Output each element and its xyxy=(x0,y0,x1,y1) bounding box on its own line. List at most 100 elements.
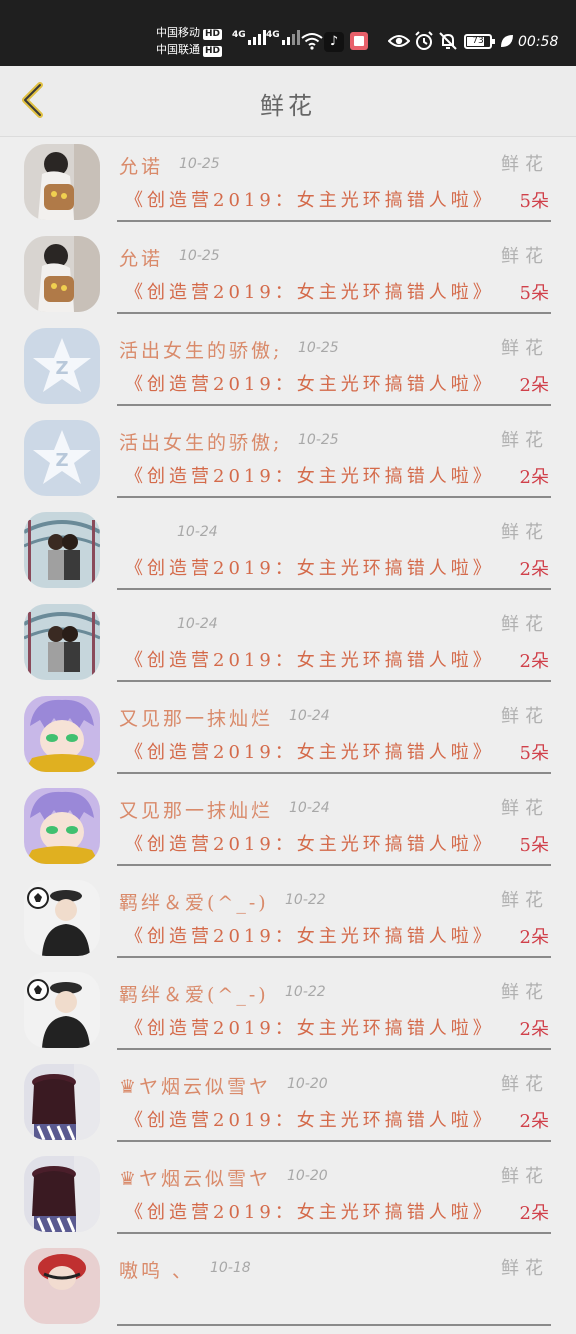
gift-date: 10-22 xyxy=(285,984,326,1000)
header-bar: 鲜花 xyxy=(0,66,576,137)
gift-quantity: 5朵 xyxy=(519,191,549,212)
gift-list: 允诺 10-25 鲜花 《创造营2019：女主光环搞错人啦》 5朵 允诺 10-25 鲜花 《创… xyxy=(0,138,576,1334)
gift-type-label: 鲜花 xyxy=(501,338,549,359)
svg-text:Z: Z xyxy=(55,450,68,471)
gift-type-label: 鲜花 xyxy=(501,798,549,819)
user-name: ♛ヤ烟云似雪ヤ xyxy=(119,1076,272,1098)
mute-bell-icon xyxy=(439,32,457,50)
page-title: 鲜花 xyxy=(260,92,316,120)
list-item-content: 又见那一抹灿烂 10-24 鲜花 《创造营2019：女主光环搞错人啦》 5朵 xyxy=(117,782,551,866)
avatar[interactable]: Z xyxy=(24,328,100,404)
avatar[interactable] xyxy=(24,880,100,956)
gift-quantity: 2朵 xyxy=(519,467,549,488)
work-title: 《创造营2019：女主光环搞错人啦》 xyxy=(125,926,495,947)
gift-date: 10-24 xyxy=(177,524,218,540)
list-item[interactable]: ♛ヤ烟云似雪ヤ 10-20 鲜花 《创造营2019：女主光环搞错人啦》 2朵 xyxy=(0,1058,576,1150)
gift-type-label: 鲜花 xyxy=(501,154,549,175)
list-item[interactable]: 羁绊＆爱(^_-) 10-22 鲜花 《创造营2019：女主光环搞错人啦》 2朵 xyxy=(0,874,576,966)
clock: 00:58 xyxy=(518,34,559,50)
tiktok-icon: ♪ xyxy=(324,32,344,52)
gift-quantity: 2朵 xyxy=(519,375,549,396)
list-item[interactable]: 嗷呜 、 10-18 鲜花 xyxy=(0,1242,576,1334)
gift-type-label: 鲜花 xyxy=(501,982,549,1003)
avatar[interactable] xyxy=(24,1248,100,1324)
avatar[interactable] xyxy=(24,1064,100,1140)
list-item[interactable]: Z 活出女生的骄傲; 10-25 鲜花 《创造营2019：女主光环搞错人啦》 2朵 xyxy=(0,322,576,414)
list-item-content: 羁绊＆爱(^_-) 10-22 鲜花 《创造营2019：女主光环搞错人啦》 2朵 xyxy=(117,874,551,958)
list-item-content: 嗷呜 、 10-18 鲜花 xyxy=(117,1242,551,1326)
list-item[interactable]: 羁绊＆爱(^_-) 10-22 鲜花 《创造营2019：女主光环搞错人啦》 2朵 xyxy=(0,966,576,1058)
work-title: 《创造营2019：女主光环搞错人啦》 xyxy=(125,558,495,579)
avatar[interactable] xyxy=(24,788,100,864)
list-item[interactable]: 允诺 10-25 鲜花 《创造营2019：女主光环搞错人啦》 5朵 xyxy=(0,138,576,230)
status-bar: 中国移动 HD 中国联通 HD 4G 4G ♪ 73 00:58 xyxy=(0,0,576,66)
work-title: 《创造营2019：女主光环搞错人啦》 xyxy=(125,466,495,487)
leaf-icon xyxy=(501,35,513,47)
gift-date: 10-25 xyxy=(179,248,220,264)
list-item-content: 允诺 10-25 鲜花 《创造营2019：女主光环搞错人啦》 5朵 xyxy=(117,230,551,314)
hd-badge: HD xyxy=(203,29,223,40)
avatar[interactable] xyxy=(24,972,100,1048)
gift-type-label: 鲜花 xyxy=(501,1074,549,1095)
gift-quantity: 5朵 xyxy=(519,283,549,304)
avatar[interactable] xyxy=(24,604,100,680)
gift-quantity: 2朵 xyxy=(519,559,549,580)
user-name: 允诺 xyxy=(119,248,164,270)
work-title: 《创造营2019：女主光环搞错人啦》 xyxy=(125,1018,495,1039)
list-item[interactable]: 允诺 10-25 鲜花 《创造营2019：女主光环搞错人啦》 5朵 xyxy=(0,230,576,322)
gift-type-label: 鲜花 xyxy=(501,1258,549,1279)
list-item-content: ♛ヤ烟云似雪ヤ 10-20 鲜花 《创造营2019：女主光环搞错人啦》 2朵 xyxy=(117,1058,551,1142)
avatar[interactable] xyxy=(24,144,100,220)
svg-text:Z: Z xyxy=(55,358,68,379)
avatar[interactable] xyxy=(24,512,100,588)
gift-date: 10-22 xyxy=(285,892,326,908)
work-title: 《创造营2019：女主光环搞错人啦》 xyxy=(125,1202,495,1223)
gift-quantity: 2朵 xyxy=(519,1019,549,1040)
gift-type-label: 鲜花 xyxy=(501,430,549,451)
work-title: 《创造营2019：女主光环搞错人啦》 xyxy=(125,742,495,763)
avatar[interactable] xyxy=(24,236,100,312)
work-title: 《创造营2019：女主光环搞错人啦》 xyxy=(125,190,495,211)
network-type: 4G xyxy=(266,30,280,40)
list-item[interactable]: Z 活出女生的骄傲; 10-25 鲜花 《创造营2019：女主光环搞错人啦》 2朵 xyxy=(0,414,576,506)
network-type: 4G xyxy=(232,30,246,40)
battery-icon: 73 xyxy=(464,34,495,49)
hd-badge: HD xyxy=(203,46,223,57)
list-item-content: 10-24 鲜花 《创造营2019：女主光环搞错人啦》 2朵 xyxy=(117,506,551,590)
list-item[interactable]: ♛ヤ烟云似雪ヤ 10-20 鲜花 《创造营2019：女主光环搞错人啦》 2朵 xyxy=(0,1150,576,1242)
gift-date: 10-18 xyxy=(210,1260,251,1276)
gift-type-label: 鲜花 xyxy=(501,706,549,727)
work-title: 《创造营2019：女主光环搞错人啦》 xyxy=(125,282,495,303)
list-item-content: ♛ヤ烟云似雪ヤ 10-20 鲜花 《创造营2019：女主光环搞错人啦》 2朵 xyxy=(117,1150,551,1234)
work-title: 《创造营2019：女主光环搞错人啦》 xyxy=(125,650,495,671)
list-item[interactable]: 又见那一抹灿烂 10-24 鲜花 《创造营2019：女主光环搞错人啦》 5朵 xyxy=(0,782,576,874)
work-title: 《创造营2019：女主光环搞错人啦》 xyxy=(125,1110,495,1131)
user-name: 活出女生的骄傲; xyxy=(119,432,283,454)
gift-type-label: 鲜花 xyxy=(501,246,549,267)
list-item[interactable]: 又见那一抹灿烂 10-24 鲜花 《创造营2019：女主光环搞错人啦》 5朵 xyxy=(0,690,576,782)
list-item-content: 10-24 鲜花 《创造营2019：女主光环搞错人啦》 2朵 xyxy=(117,598,551,682)
battery-level: 73 xyxy=(472,36,484,46)
avatar[interactable] xyxy=(24,1156,100,1232)
gift-date: 10-20 xyxy=(287,1076,328,1092)
list-item-content: 又见那一抹灿烂 10-24 鲜花 《创造营2019：女主光环搞错人啦》 5朵 xyxy=(117,690,551,774)
gift-date: 10-25 xyxy=(179,156,220,172)
list-item-content: 活出女生的骄傲; 10-25 鲜花 《创造营2019：女主光环搞错人啦》 2朵 xyxy=(117,322,551,406)
carrier-info: 中国移动 HD 中国联通 HD xyxy=(156,24,223,58)
carrier-1: 中国移动 xyxy=(156,26,200,39)
gift-date: 10-25 xyxy=(298,432,339,448)
avatar[interactable]: Z xyxy=(24,420,100,496)
user-name: 又见那一抹灿烂 xyxy=(119,800,274,822)
avatar[interactable] xyxy=(24,696,100,772)
eye-icon xyxy=(388,35,410,47)
list-item[interactable]: 10-24 鲜花 《创造营2019：女主光环搞错人啦》 2朵 xyxy=(0,598,576,690)
gift-date: 10-24 xyxy=(289,800,330,816)
gift-type-label: 鲜花 xyxy=(501,1166,549,1187)
gift-date: 10-24 xyxy=(177,616,218,632)
list-item[interactable]: 10-24 鲜花 《创造营2019：女主光环搞错人啦》 2朵 xyxy=(0,506,576,598)
user-name: 允诺 xyxy=(119,156,164,178)
user-name: 嗷呜 、 xyxy=(119,1260,195,1282)
gift-quantity: 5朵 xyxy=(519,743,549,764)
carrier-2: 中国联通 xyxy=(156,43,200,56)
work-title: 《创造营2019：女主光环搞错人啦》 xyxy=(125,374,495,395)
